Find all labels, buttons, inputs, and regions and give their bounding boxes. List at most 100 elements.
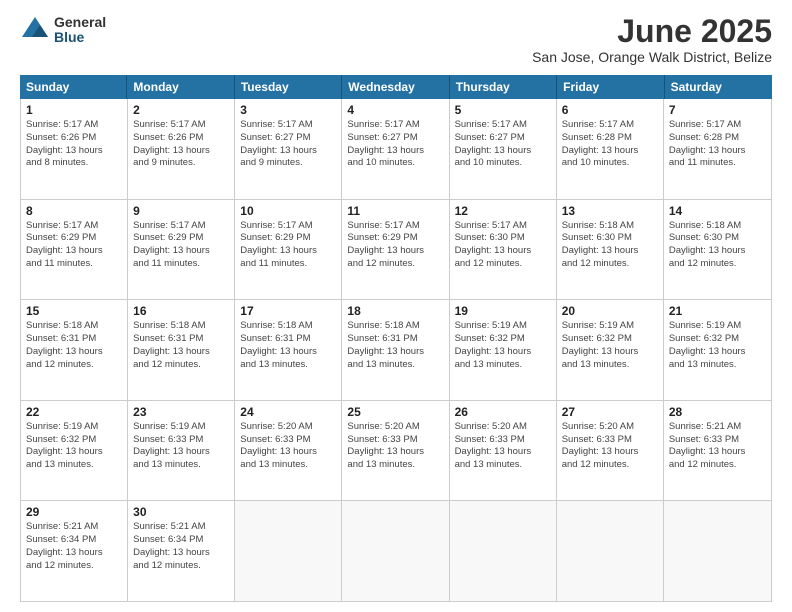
calendar-cell: 14Sunrise: 5:18 AM Sunset: 6:30 PM Dayli… bbox=[664, 200, 771, 300]
day-number: 30 bbox=[133, 505, 229, 519]
calendar-cell: 12Sunrise: 5:17 AM Sunset: 6:30 PM Dayli… bbox=[450, 200, 557, 300]
day-number: 20 bbox=[562, 304, 658, 318]
day-info: Sunrise: 5:20 AM Sunset: 6:33 PM Dayligh… bbox=[347, 421, 443, 472]
calendar-cell: 18 Sunrise: 5:18 AM Sunset: 6:31 PM Dayli… bbox=[342, 300, 449, 400]
header: General Blue June 2025 San Jose, Orange … bbox=[20, 15, 772, 65]
day-number: 27 bbox=[562, 405, 658, 419]
calendar-cell bbox=[235, 501, 342, 601]
day-number: 2 bbox=[133, 103, 229, 117]
calendar-cell: 5Sunrise: 5:17 AM Sunset: 6:27 PM Daylig… bbox=[450, 99, 557, 199]
day-number: 3 bbox=[240, 103, 336, 117]
day-info: Sunrise: 5:20 AM Sunset: 6:33 PM Dayligh… bbox=[455, 421, 551, 472]
day-info: Sunrise: 5:19 AM Sunset: 6:32 PM Dayligh… bbox=[669, 320, 766, 371]
calendar-cell: 1 Sunrise: 5:17 AM Sunset: 6:26 PM Daylig… bbox=[21, 99, 128, 199]
day-info: Sunrise: 5:17 AM Sunset: 6:29 PM Dayligh… bbox=[26, 220, 122, 271]
logo-blue: Blue bbox=[54, 30, 106, 45]
day-number: 11 bbox=[347, 204, 443, 218]
calendar-cell: 17Sunrise: 5:18 AM Sunset: 6:31 PM Dayli… bbox=[235, 300, 342, 400]
calendar-cell: 7Sunrise: 5:17 AM Sunset: 6:28 PM Daylig… bbox=[664, 99, 771, 199]
day-info: Sunrise: 5:17 AM Sunset: 6:28 PM Dayligh… bbox=[562, 119, 658, 170]
day-number: 28 bbox=[669, 405, 766, 419]
calendar-cell: 23 Sunrise: 5:19 AM Sunset: 6:33 PM Dayli… bbox=[128, 401, 235, 501]
logo-icon bbox=[20, 15, 50, 45]
day-number: 4 bbox=[347, 103, 443, 117]
day-info: Sunrise: 5:17 AM Sunset: 6:30 PM Dayligh… bbox=[455, 220, 551, 271]
day-number: 25 bbox=[347, 405, 443, 419]
calendar-cell: 2 Sunrise: 5:17 AM Sunset: 6:26 PM Daylig… bbox=[128, 99, 235, 199]
month-title: June 2025 bbox=[532, 15, 772, 47]
calendar-cell: 13Sunrise: 5:18 AM Sunset: 6:30 PM Dayli… bbox=[557, 200, 664, 300]
calendar-cell: 29Sunrise: 5:21 AM Sunset: 6:34 PM Dayli… bbox=[21, 501, 128, 601]
logo: General Blue bbox=[20, 15, 106, 46]
day-info: Sunrise: 5:21 AM Sunset: 6:34 PM Dayligh… bbox=[133, 521, 229, 572]
title-block: June 2025 San Jose, Orange Walk District… bbox=[532, 15, 772, 65]
day-number: 1 bbox=[26, 103, 122, 117]
day-info: Sunrise: 5:17 AM Sunset: 6:28 PM Dayligh… bbox=[669, 119, 766, 170]
calendar-cell bbox=[557, 501, 664, 601]
weekday-header: Thursday bbox=[450, 75, 557, 99]
calendar-cell: 24Sunrise: 5:20 AM Sunset: 6:33 PM Dayli… bbox=[235, 401, 342, 501]
calendar-row: 29Sunrise: 5:21 AM Sunset: 6:34 PM Dayli… bbox=[21, 501, 771, 601]
calendar-cell: 30 Sunrise: 5:21 AM Sunset: 6:34 PM Dayli… bbox=[128, 501, 235, 601]
calendar-row: 1 Sunrise: 5:17 AM Sunset: 6:26 PM Daylig… bbox=[21, 99, 771, 200]
calendar-cell bbox=[664, 501, 771, 601]
calendar-cell: 22Sunrise: 5:19 AM Sunset: 6:32 PM Dayli… bbox=[21, 401, 128, 501]
day-number: 21 bbox=[669, 304, 766, 318]
weekday-header: Monday bbox=[127, 75, 234, 99]
logo-general: General bbox=[54, 15, 106, 30]
calendar: SundayMondayTuesdayWednesdayThursdayFrid… bbox=[20, 75, 772, 602]
day-info: Sunrise: 5:18 AM Sunset: 6:31 PM Dayligh… bbox=[26, 320, 122, 371]
day-info: Sunrise: 5:18 AM Sunset: 6:31 PM Dayligh… bbox=[347, 320, 443, 371]
day-number: 9 bbox=[133, 204, 229, 218]
weekday-header: Tuesday bbox=[235, 75, 342, 99]
day-number: 22 bbox=[26, 405, 122, 419]
day-number: 10 bbox=[240, 204, 336, 218]
calendar-cell: 20 Sunrise: 5:19 AM Sunset: 6:32 PM Dayli… bbox=[557, 300, 664, 400]
day-number: 17 bbox=[240, 304, 336, 318]
day-info: Sunrise: 5:19 AM Sunset: 6:32 PM Dayligh… bbox=[562, 320, 658, 371]
calendar-cell: 9 Sunrise: 5:17 AM Sunset: 6:29 PM Daylig… bbox=[128, 200, 235, 300]
day-info: Sunrise: 5:17 AM Sunset: 6:26 PM Dayligh… bbox=[26, 119, 122, 170]
weekday-header: Saturday bbox=[665, 75, 772, 99]
day-number: 19 bbox=[455, 304, 551, 318]
location: San Jose, Orange Walk District, Belize bbox=[532, 49, 772, 65]
day-number: 16 bbox=[133, 304, 229, 318]
calendar-cell: 19 Sunrise: 5:19 AM Sunset: 6:32 PM Dayli… bbox=[450, 300, 557, 400]
calendar-cell: 26 Sunrise: 5:20 AM Sunset: 6:33 PM Dayli… bbox=[450, 401, 557, 501]
day-info: Sunrise: 5:20 AM Sunset: 6:33 PM Dayligh… bbox=[240, 421, 336, 472]
day-info: Sunrise: 5:17 AM Sunset: 6:26 PM Dayligh… bbox=[133, 119, 229, 170]
calendar-cell: 8 Sunrise: 5:17 AM Sunset: 6:29 PM Daylig… bbox=[21, 200, 128, 300]
calendar-cell: 27 Sunrise: 5:20 AM Sunset: 6:33 PM Dayli… bbox=[557, 401, 664, 501]
calendar-cell: 21 Sunrise: 5:19 AM Sunset: 6:32 PM Dayli… bbox=[664, 300, 771, 400]
day-info: Sunrise: 5:17 AM Sunset: 6:27 PM Dayligh… bbox=[347, 119, 443, 170]
day-info: Sunrise: 5:17 AM Sunset: 6:29 PM Dayligh… bbox=[133, 220, 229, 271]
day-number: 23 bbox=[133, 405, 229, 419]
calendar-cell bbox=[342, 501, 449, 601]
day-number: 18 bbox=[347, 304, 443, 318]
day-info: Sunrise: 5:19 AM Sunset: 6:33 PM Dayligh… bbox=[133, 421, 229, 472]
calendar-row: 22Sunrise: 5:19 AM Sunset: 6:32 PM Dayli… bbox=[21, 401, 771, 502]
day-info: Sunrise: 5:17 AM Sunset: 6:27 PM Dayligh… bbox=[240, 119, 336, 170]
day-info: Sunrise: 5:21 AM Sunset: 6:33 PM Dayligh… bbox=[669, 421, 766, 472]
logo-text: General Blue bbox=[54, 15, 106, 46]
day-info: Sunrise: 5:17 AM Sunset: 6:29 PM Dayligh… bbox=[347, 220, 443, 271]
day-info: Sunrise: 5:19 AM Sunset: 6:32 PM Dayligh… bbox=[455, 320, 551, 371]
day-info: Sunrise: 5:17 AM Sunset: 6:29 PM Dayligh… bbox=[240, 220, 336, 271]
weekday-header: Wednesday bbox=[342, 75, 449, 99]
calendar-row: 15Sunrise: 5:18 AM Sunset: 6:31 PM Dayli… bbox=[21, 300, 771, 401]
day-number: 8 bbox=[26, 204, 122, 218]
day-number: 13 bbox=[562, 204, 658, 218]
day-number: 26 bbox=[455, 405, 551, 419]
calendar-header: SundayMondayTuesdayWednesdayThursdayFrid… bbox=[20, 75, 772, 99]
calendar-cell: 28 Sunrise: 5:21 AM Sunset: 6:33 PM Dayli… bbox=[664, 401, 771, 501]
calendar-cell: 6Sunrise: 5:17 AM Sunset: 6:28 PM Daylig… bbox=[557, 99, 664, 199]
day-info: Sunrise: 5:17 AM Sunset: 6:27 PM Dayligh… bbox=[455, 119, 551, 170]
weekday-header: Sunday bbox=[20, 75, 127, 99]
day-info: Sunrise: 5:18 AM Sunset: 6:31 PM Dayligh… bbox=[133, 320, 229, 371]
calendar-cell: 10 Sunrise: 5:17 AM Sunset: 6:29 PM Dayli… bbox=[235, 200, 342, 300]
calendar-cell bbox=[450, 501, 557, 601]
day-info: Sunrise: 5:20 AM Sunset: 6:33 PM Dayligh… bbox=[562, 421, 658, 472]
calendar-row: 8 Sunrise: 5:17 AM Sunset: 6:29 PM Daylig… bbox=[21, 200, 771, 301]
page: General Blue June 2025 San Jose, Orange … bbox=[0, 0, 792, 612]
calendar-cell: 15Sunrise: 5:18 AM Sunset: 6:31 PM Dayli… bbox=[21, 300, 128, 400]
